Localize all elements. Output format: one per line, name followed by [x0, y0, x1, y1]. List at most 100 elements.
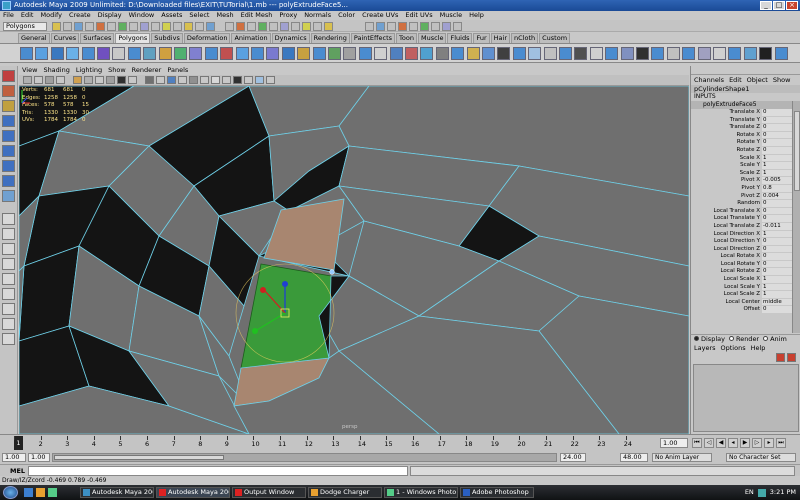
attribute-value[interactable]: 0: [762, 109, 792, 117]
attribute-value[interactable]: 0.8: [762, 184, 792, 193]
mel-input[interactable]: [28, 466, 408, 476]
quick-launch-icon[interactable]: [36, 488, 45, 497]
attribute-row[interactable]: Local Direction X1: [691, 230, 800, 239]
input-node-name[interactable]: polyExtrudeFace5: [691, 101, 800, 109]
status-line-icon[interactable]: [398, 22, 407, 31]
attribute-row[interactable]: Scale Z1: [691, 169, 800, 178]
panel-menu-item[interactable]: Shading: [43, 66, 69, 75]
attribute-name[interactable]: Offset: [691, 306, 762, 314]
shelf-tab[interactable]: Deformation: [183, 33, 231, 43]
status-line-icon[interactable]: [247, 22, 256, 31]
time-ruler[interactable]: 1 2 3 4 5 6 7 8 9 10 11 12 13 14 15 16 17 18 19 20 21 22 23 24: [14, 436, 658, 451]
attribute-value[interactable]: 1: [762, 276, 792, 284]
status-line-icon[interactable]: [107, 22, 116, 31]
taskbar-button[interactable]: 1 - Windows Photo ...: [384, 487, 458, 498]
shelf-tool-icon[interactable]: [389, 47, 403, 60]
panel-tool-icon[interactable]: [178, 76, 187, 84]
status-line-icon[interactable]: [74, 22, 83, 31]
status-line-icon[interactable]: [442, 22, 451, 31]
shelf-tool-icon[interactable]: [559, 47, 572, 60]
last-tool-icon[interactable]: [2, 190, 15, 202]
attribute-value[interactable]: 1: [762, 162, 792, 170]
shelf-tool-icon[interactable]: [636, 47, 649, 60]
play-forward-icon[interactable]: ▶: [740, 438, 750, 448]
layout-two-icon[interactable]: [2, 243, 15, 255]
object-name[interactable]: pCylinderShape1: [691, 85, 800, 93]
layout-script-icon[interactable]: [2, 303, 15, 315]
attribute-value[interactable]: 0: [762, 200, 792, 208]
status-line-icon[interactable]: [313, 22, 322, 31]
shelf-tool-icon[interactable]: [50, 47, 64, 60]
attribute-name[interactable]: Local Rotate Z: [691, 268, 762, 276]
attribute-row[interactable]: Local Scale Y1: [691, 283, 800, 292]
shelf-tool-icon[interactable]: [343, 47, 357, 60]
current-frame-field[interactable]: 1.00: [660, 438, 688, 448]
attribute-name[interactable]: Translate Z: [691, 124, 762, 132]
menu-item[interactable]: Color: [338, 11, 355, 20]
layout-outliner-icon[interactable]: [2, 273, 15, 285]
attribute-row[interactable]: Random 0: [691, 200, 800, 208]
layout-single-icon[interactable]: [2, 213, 15, 225]
scale-tool-icon[interactable]: [2, 145, 15, 157]
panel-menu-item[interactable]: Lighting: [76, 66, 102, 75]
window-titlebar[interactable]: Autodesk Maya 2009 Unlimited: D:\Downloa…: [0, 0, 800, 11]
clock[interactable]: 3:21 PM: [770, 486, 796, 499]
range-handle[interactable]: [54, 455, 224, 460]
status-line-icon[interactable]: [420, 22, 429, 31]
status-line-icon[interactable]: [302, 22, 311, 31]
language-indicator[interactable]: EN: [745, 486, 754, 499]
shelf-tool-icon[interactable]: [528, 47, 542, 60]
menu-item[interactable]: Edit UVs: [405, 11, 432, 20]
attribute-row[interactable]: Local Translate Y0: [691, 215, 800, 223]
status-line-icon[interactable]: [173, 22, 182, 31]
attribute-name[interactable]: Local Direction X: [691, 231, 762, 239]
shelf-tool-icon[interactable]: [174, 47, 187, 60]
panel-tool-icon[interactable]: [222, 76, 231, 84]
go-to-start-icon[interactable]: ⏮: [692, 438, 702, 448]
status-line-icon[interactable]: [269, 22, 278, 31]
panel-tool-icon[interactable]: [34, 76, 43, 84]
shelf-tool-icon[interactable]: [512, 47, 526, 60]
range-bar[interactable]: [52, 453, 557, 462]
shelf-tab[interactable]: Custom: [539, 33, 571, 43]
panel-tool-icon[interactable]: [128, 76, 137, 84]
shelf-tool-icon[interactable]: [127, 47, 141, 60]
step-back-icon[interactable]: ◀: [716, 438, 726, 448]
shelf-tool-icon[interactable]: [112, 47, 126, 60]
end-time-field[interactable]: 48.00: [620, 453, 648, 462]
menu-item[interactable]: Create: [69, 11, 91, 20]
start-button[interactable]: [3, 486, 18, 499]
scrollbar-thumb[interactable]: [794, 111, 800, 191]
attribute-name[interactable]: Scale Z: [691, 170, 762, 178]
attribute-value[interactable]: 1: [762, 169, 792, 178]
panel-tool-icon[interactable]: [233, 76, 242, 84]
layer-menu-item[interactable]: Options: [721, 344, 746, 353]
close-button[interactable]: ×: [786, 1, 798, 10]
attribute-value[interactable]: 0: [762, 116, 792, 125]
menu-item[interactable]: Proxy: [279, 11, 297, 20]
start-time-field[interactable]: 1.00: [2, 453, 26, 462]
channel-box-menu-item[interactable]: Show: [773, 75, 791, 85]
panel-menu-item[interactable]: Show: [108, 66, 126, 75]
taskbar-button[interactable]: Output Window: [232, 487, 306, 498]
attribute-name[interactable]: Translate Y: [691, 117, 762, 125]
character-set-dropdown[interactable]: No Character Set: [726, 453, 796, 462]
status-line-icon[interactable]: [118, 22, 127, 31]
attribute-value[interactable]: 0: [762, 245, 792, 254]
attribute-row[interactable]: Offset 0: [691, 306, 800, 315]
shelf-tab[interactable]: Rendering: [310, 33, 350, 43]
attribute-value[interactable]: 0: [762, 146, 792, 155]
menu-item[interactable]: Create UVs: [362, 11, 398, 20]
panel-tool-icon[interactable]: [45, 76, 54, 84]
layer-menu-item[interactable]: Help: [751, 344, 766, 353]
status-line-icon[interactable]: [236, 22, 245, 31]
playback-start-field[interactable]: 1.00: [28, 453, 50, 462]
menu-item[interactable]: Help: [469, 11, 484, 20]
shelf-tool-icon[interactable]: [589, 47, 603, 60]
attribute-value[interactable]: -0.011: [762, 222, 792, 231]
shelf-tool-icon[interactable]: [20, 47, 33, 60]
menu-item[interactable]: Select: [189, 11, 209, 20]
menu-item[interactable]: Edit Mesh: [241, 11, 273, 20]
shelf-tab[interactable]: Hair: [490, 33, 511, 43]
attribute-name[interactable]: Local Direction Z: [691, 246, 762, 254]
